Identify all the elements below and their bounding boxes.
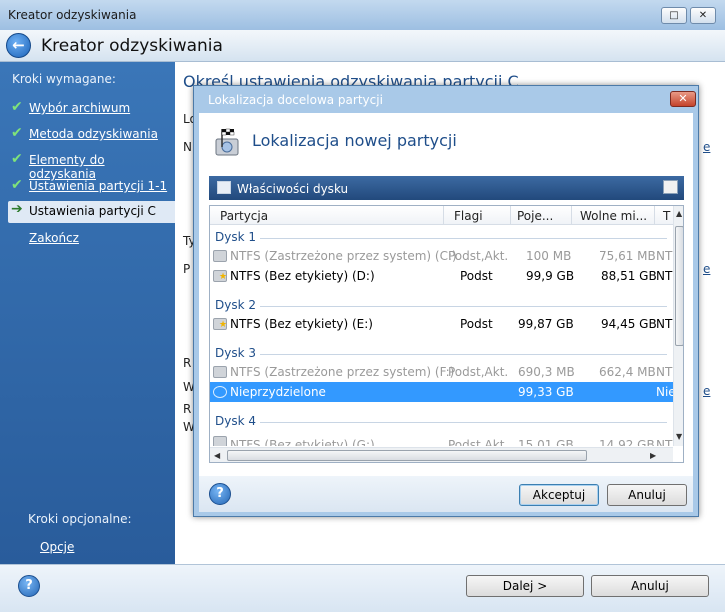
col-partition[interactable]: Partycja bbox=[220, 209, 268, 223]
disk-label: Dysk 2 bbox=[215, 298, 256, 312]
back-arrow-icon: ← bbox=[12, 36, 25, 54]
disk-group-2: Dysk 2 bbox=[210, 296, 673, 314]
col-type[interactable]: T bbox=[663, 209, 670, 223]
disk-label: Dysk 1 bbox=[215, 230, 256, 244]
back-button[interactable]: ← bbox=[6, 33, 31, 58]
horizontal-scroll-thumb[interactable] bbox=[227, 450, 587, 461]
help-icon: ? bbox=[216, 486, 224, 501]
sidebar-item-label: Metoda odzyskiwania bbox=[29, 127, 158, 141]
required-steps-label: Kroki wymagane: bbox=[12, 72, 116, 86]
col-free-space[interactable]: Wolne mi... bbox=[580, 209, 647, 223]
partition-icon bbox=[213, 318, 227, 330]
partition-icon bbox=[213, 250, 227, 262]
dialog-title: Lokalizacja docelowa partycji bbox=[208, 93, 383, 107]
disk-group-4: Dysk 4 bbox=[210, 412, 673, 430]
main-link-fragment[interactable]: e bbox=[703, 262, 710, 276]
window-title: Kreator odzyskiwania bbox=[8, 8, 137, 22]
close-icon: ✕ bbox=[698, 10, 708, 21]
table-row-selected[interactable]: Nieprzydzielone 99,33 GB Nie bbox=[210, 382, 676, 402]
disk-label: Dysk 3 bbox=[215, 346, 256, 360]
sidebar-item-partition-c[interactable]: ➔ Ustawienia partycji C bbox=[8, 201, 175, 223]
vertical-scroll-thumb[interactable] bbox=[675, 226, 683, 346]
scroll-down-icon[interactable]: ▼ bbox=[676, 432, 682, 441]
maximize-icon: □ bbox=[669, 10, 679, 21]
window-titlebar: Kreator odzyskiwania □ ✕ bbox=[0, 0, 725, 30]
page-title: Kreator odzyskiwania bbox=[41, 36, 223, 56]
scroll-up-icon[interactable]: ▲ bbox=[676, 209, 682, 218]
disk-properties-icon bbox=[217, 181, 231, 194]
options-link[interactable]: Opcje bbox=[40, 540, 74, 554]
col-capacity[interactable]: Poje... bbox=[517, 209, 553, 223]
check-icon: ✔ bbox=[11, 125, 23, 141]
help-button[interactable]: ? bbox=[18, 575, 40, 597]
table-row[interactable]: NTFS (Bez etykiety) (D:) Podst 99,9 GB 8… bbox=[210, 266, 673, 286]
properties-toggle-icon[interactable] bbox=[663, 180, 678, 194]
partition-table: Partycja Flagi Poje... Wolne mi... T Dys… bbox=[209, 205, 684, 463]
disk-flag-icon bbox=[215, 128, 239, 156]
maximize-button[interactable]: □ bbox=[661, 7, 687, 24]
table-header: Partycja Flagi Poje... Wolne mi... T bbox=[210, 206, 673, 225]
sidebar-item-label: Zakończ bbox=[29, 231, 79, 245]
sidebar-item-label: Ustawienia partycji 1-1 bbox=[29, 179, 168, 193]
disk-properties-label: Właściwości dysku bbox=[237, 182, 349, 196]
wizard-footer: ? Dalej > Anuluj bbox=[0, 564, 725, 612]
partition-location-dialog: Lokalizacja docelowa partycji ✕ Lokaliza… bbox=[193, 85, 699, 517]
steps-sidebar: Kroki wymagane: ✔ Wybór archiwum ✔ Metod… bbox=[0, 62, 175, 564]
main-text-fragment: P bbox=[183, 262, 191, 276]
sidebar-item-label: Wybór archiwum bbox=[29, 101, 131, 115]
sidebar-item-elements[interactable]: ✔ Elementy do odzyskania bbox=[8, 150, 175, 181]
main-text-fragment: N bbox=[183, 140, 192, 154]
dialog-body: Lokalizacja nowej partycji Właściwości d… bbox=[199, 113, 693, 476]
table-row[interactable]: NTFS (Zastrzeżone przez system) (F:) Pod… bbox=[210, 362, 673, 382]
next-button[interactable]: Dalej > bbox=[466, 575, 584, 597]
table-row[interactable]: NTFS (Zastrzeżone przez system) (C:) Pod… bbox=[210, 246, 673, 266]
table-row[interactable]: NTFS (Bez etykiety) (E:) Podst 99,87 GB … bbox=[210, 314, 673, 334]
main-text-fragment: R bbox=[183, 356, 192, 370]
check-icon: ✔ bbox=[11, 99, 23, 115]
horizontal-scrollbar[interactable]: ◀ ▶ bbox=[210, 447, 673, 462]
close-icon: ✕ bbox=[678, 92, 688, 105]
help-icon: ? bbox=[25, 578, 33, 593]
col-flags[interactable]: Flagi bbox=[454, 209, 483, 223]
current-step-arrow-icon: ➔ bbox=[11, 201, 23, 217]
main-link-fragment[interactable]: e bbox=[703, 384, 710, 398]
sidebar-item-partition-1-1[interactable]: ✔ Ustawienia partycji 1-1 bbox=[8, 176, 175, 196]
sidebar-item-method[interactable]: ✔ Metoda odzyskiwania bbox=[8, 124, 175, 144]
scroll-right-icon[interactable]: ▶ bbox=[650, 451, 656, 460]
scroll-left-icon[interactable]: ◀ bbox=[214, 451, 220, 460]
dialog-help-button[interactable]: ? bbox=[209, 483, 231, 505]
disk-group-3: Dysk 3 bbox=[210, 344, 673, 362]
sidebar-item-label: Ustawienia partycji C bbox=[29, 204, 156, 218]
check-icon: ✔ bbox=[11, 151, 23, 167]
dialog-footer: ? Akceptuj Anuluj bbox=[199, 476, 693, 512]
disk-properties-bar: Właściwości dysku bbox=[209, 176, 684, 200]
accept-button[interactable]: Akceptuj bbox=[519, 484, 599, 506]
wizard-header: ← Kreator odzyskiwania bbox=[0, 30, 725, 62]
dialog-close-button[interactable]: ✕ bbox=[670, 91, 696, 107]
close-button[interactable]: ✕ bbox=[690, 7, 716, 24]
main-text-fragment: R bbox=[183, 402, 192, 416]
dialog-cancel-button[interactable]: Anuluj bbox=[607, 484, 687, 506]
partition-icon bbox=[213, 270, 227, 282]
partition-icon bbox=[213, 436, 227, 446]
dialog-heading: Lokalizacja nowej partycji bbox=[252, 131, 457, 150]
optional-steps-label: Kroki opcjonalne: bbox=[28, 512, 132, 526]
partition-icon bbox=[213, 366, 227, 378]
unallocated-icon bbox=[213, 386, 227, 398]
cancel-button[interactable]: Anuluj bbox=[591, 575, 709, 597]
sidebar-item-finish[interactable]: Zakończ bbox=[8, 228, 175, 248]
disk-label: Dysk 4 bbox=[215, 414, 256, 428]
table-row[interactable]: NTFS (Bez etykiety) (G:) Podst,Akt. 15,0… bbox=[210, 432, 673, 446]
main-link-fragment[interactable]: e bbox=[703, 140, 710, 154]
check-icon: ✔ bbox=[11, 177, 23, 193]
disk-group-1: Dysk 1 bbox=[210, 228, 673, 246]
vertical-scrollbar[interactable]: ▲ ▼ bbox=[673, 206, 683, 446]
sidebar-item-archive[interactable]: ✔ Wybór archiwum bbox=[8, 98, 175, 118]
